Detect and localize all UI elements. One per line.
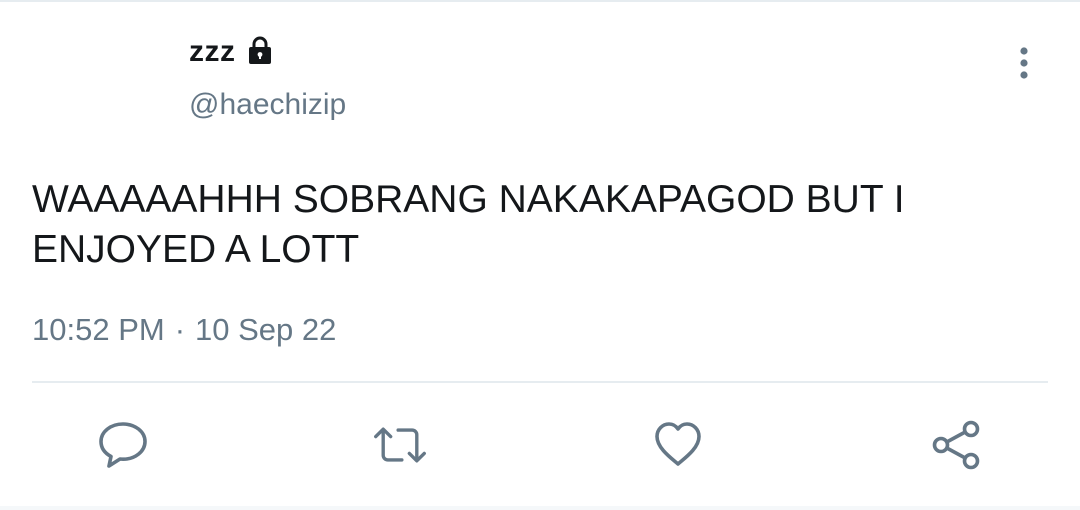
tweet-date[interactable]: 10 Sep 22 [195, 312, 336, 348]
retweet-button[interactable] [372, 417, 428, 473]
tweet-text: WAAAAAHHH SOBRANG NAKAKAPAGOD BUT I ENJO… [32, 178, 905, 271]
lock-icon [244, 34, 276, 66]
heart-icon [655, 422, 701, 466]
author-handle[interactable]: @haechizip [189, 88, 346, 122]
like-button[interactable] [650, 417, 706, 473]
avatar-placeholder[interactable] [32, 30, 162, 130]
display-name[interactable]: zzz [189, 35, 236, 69]
reply-icon [99, 422, 147, 468]
retweet-icon [374, 427, 426, 463]
bottom-divider [0, 506, 1080, 510]
tweet-timestamp[interactable]: 10:52 PM · 10 Sep 22 [32, 312, 336, 348]
top-divider [0, 0, 1080, 2]
tweet-time[interactable]: 10:52 PM [32, 312, 165, 348]
share-icon [932, 420, 980, 470]
reply-button[interactable] [95, 417, 151, 473]
actions-divider [32, 381, 1048, 383]
author-name-row[interactable]: zzz [189, 34, 276, 70]
more-options-button[interactable] [1004, 42, 1044, 84]
share-button[interactable] [928, 417, 984, 473]
more-vertical-icon [1020, 47, 1028, 79]
timestamp-separator: · [174, 312, 186, 347]
